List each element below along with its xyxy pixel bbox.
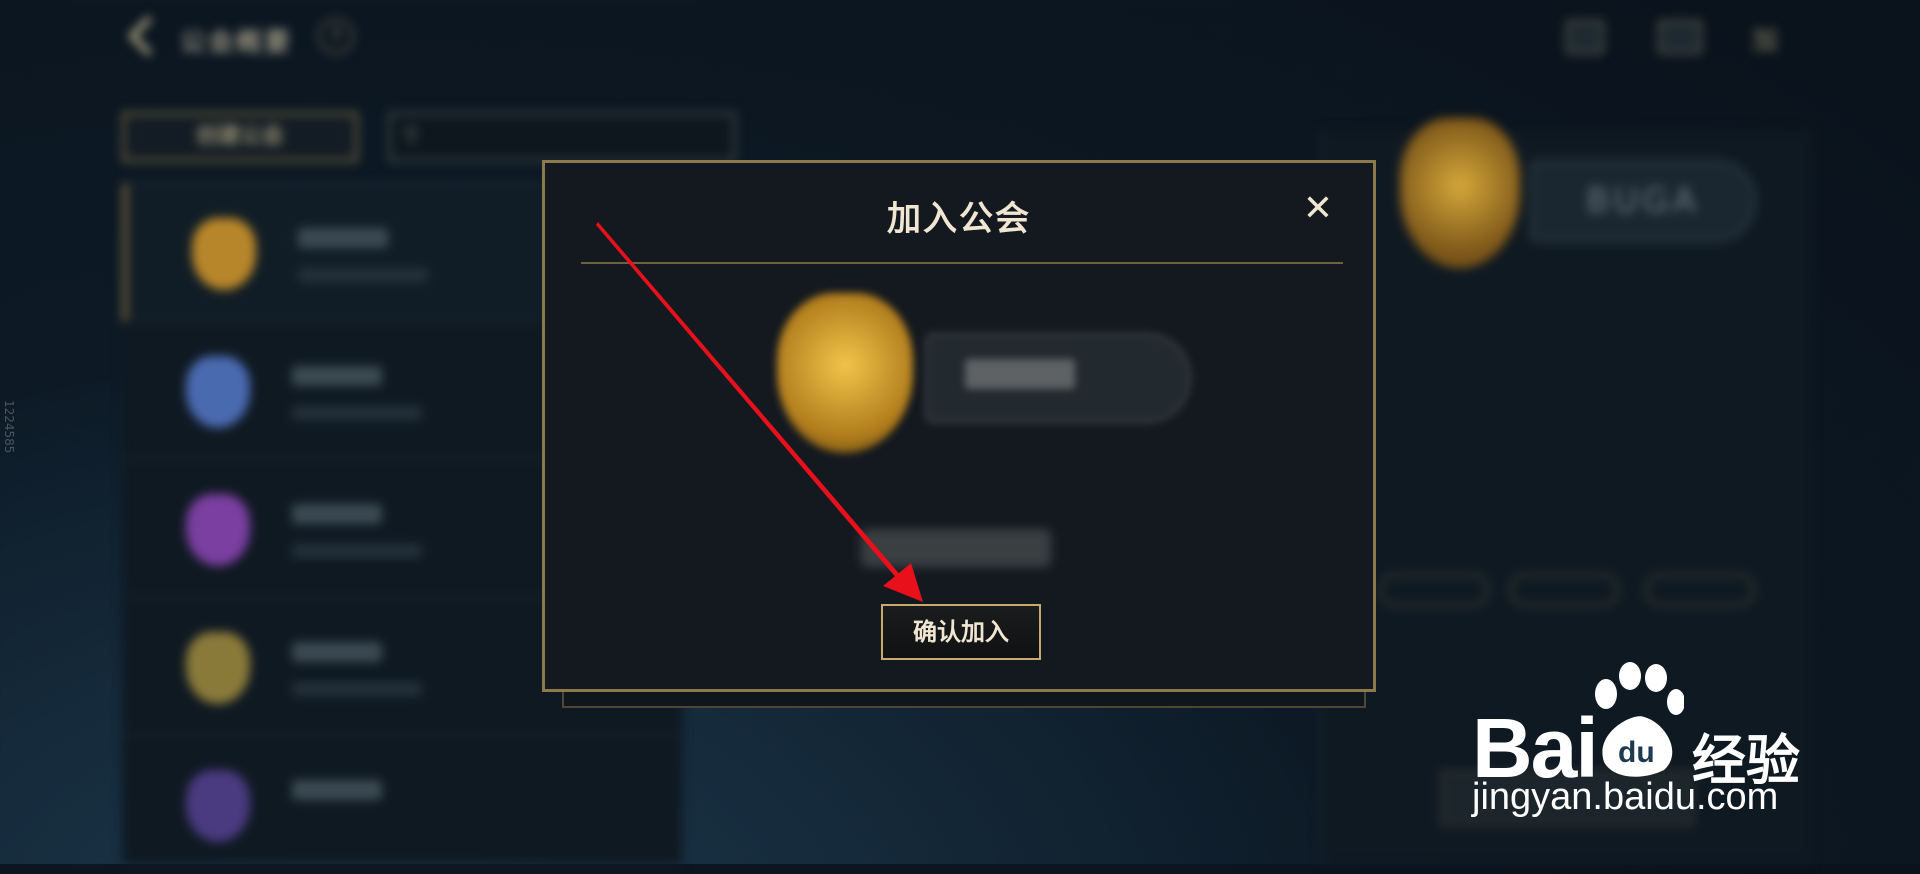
baidu-jingyan-watermark: Bai du 经验 jingyan.baidu.com (1472, 660, 1832, 820)
guild-search-input[interactable]: ⚲ (388, 112, 736, 162)
guild-name-blurred (965, 359, 1075, 389)
watermark-du: du (1618, 736, 1655, 769)
guild-subtitle (292, 544, 422, 558)
baidu-paw-icon: du (1595, 662, 1684, 777)
chat-icon[interactable] (1658, 20, 1702, 54)
side-id-text: 1224585 (2, 400, 16, 454)
guild-emblem (186, 632, 250, 704)
guild-subtitle (292, 406, 422, 420)
guild-emblem (186, 356, 250, 428)
guild-name (292, 504, 382, 524)
dialog-divider (581, 262, 1343, 264)
page-title: 公会概要 (180, 28, 293, 58)
top-right-label[interactable]: 加 (1752, 20, 1778, 57)
close-icon[interactable]: ✕ (1303, 191, 1333, 227)
join-guild-dialog: 加入公会 ✕ 确认加入 (542, 160, 1376, 692)
guild-detail-name: BUGA (1530, 160, 1756, 242)
guild-name (292, 780, 382, 800)
guild-subtitle (292, 682, 422, 696)
guild-detail-emblem (1400, 118, 1520, 268)
guild-tag (1646, 574, 1754, 606)
guild-subtitle (298, 268, 428, 282)
create-guild-tab[interactable]: 创建公会 (122, 112, 358, 162)
back-arrow-icon[interactable] (122, 14, 166, 58)
modal-shadow (562, 690, 1366, 708)
guild-emblem (186, 770, 250, 842)
guild-emblem (186, 494, 250, 566)
guild-tag (1510, 574, 1618, 606)
guild-name (292, 642, 382, 662)
guild-name (298, 228, 388, 248)
guild-info-blurred (861, 529, 1051, 567)
guild-emblem-image (777, 293, 913, 453)
search-icon: ⚲ (403, 123, 420, 148)
guild-emblem (192, 218, 256, 290)
guild-name (292, 366, 382, 386)
dialog-title: 加入公会 (887, 199, 1031, 239)
guild-tag (1380, 574, 1488, 606)
guild-list-item[interactable] (122, 736, 682, 874)
watermark-url: jingyan.baidu.com (1472, 776, 1779, 818)
confirm-join-button[interactable]: 确认加入 (881, 604, 1041, 660)
help-icon[interactable]: ? (318, 18, 354, 54)
list-icon[interactable] (1566, 20, 1604, 54)
